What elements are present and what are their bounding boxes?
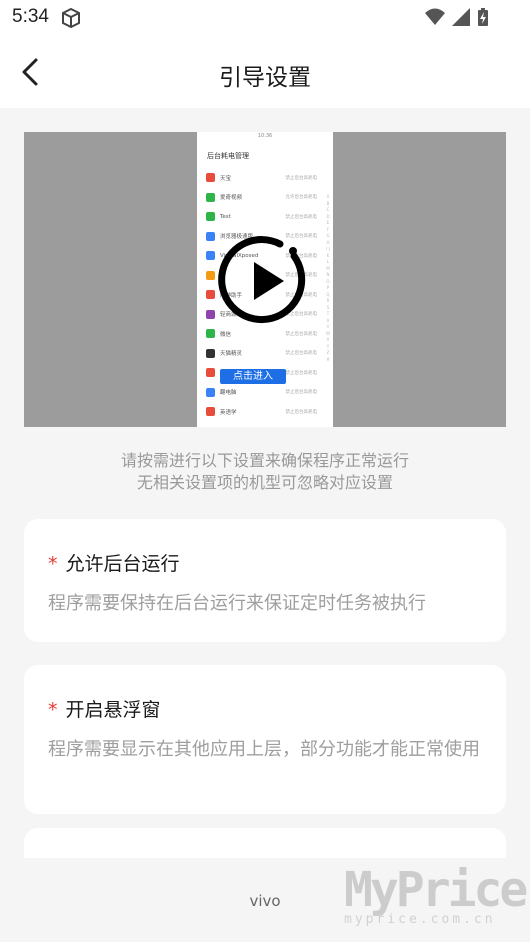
thumbnail-alphabet: A B C D E F G H I J K L M N O P Q R S T … [326, 194, 330, 362]
wifi-icon [424, 8, 445, 25]
card-title-text: 开启悬浮窗 [65, 699, 161, 721]
app-icon [206, 290, 215, 300]
status-icons [424, 7, 490, 31]
thumbnail-app-name: 爱奇视频 [220, 195, 243, 202]
watermark-main: MyPrice [344, 862, 528, 918]
thumbnail-app-name: 英语学 [220, 409, 237, 416]
app-icon [206, 231, 215, 241]
thumbnail-app-value: 禁止后台高耗电 [285, 331, 318, 337]
thumbnail-row: 英语学 禁止后台高耗电 [197, 402, 333, 422]
hint-line-2: 无相关设置项的机型可忽略对应设置 [136, 473, 393, 492]
status-time: 5:34 [12, 6, 49, 27]
app-icon [206, 270, 215, 280]
app-icon [206, 309, 215, 319]
thumbnail-app-value: 禁止后台高耗电 [285, 409, 318, 415]
card-description: 程序需要保持在后台运行来保证定时任务被执行 [48, 593, 426, 614]
app-icon [206, 329, 215, 339]
thumbnail-status: 10:36 [257, 133, 273, 139]
card-title-text: 允许后台运行 [65, 553, 180, 575]
app-icon [206, 387, 215, 397]
app-icon [206, 173, 215, 183]
card-title: * 开启悬浮窗 [48, 695, 161, 722]
battery-icon [478, 8, 488, 26]
enter-tag[interactable]: 点击进入 [220, 369, 286, 384]
thumbnail-app-value: 禁止后台高耗电 [285, 390, 318, 396]
app-header: 引导设置 [0, 36, 530, 108]
thumbnail-row: 翻电脑 禁止后台高耗电 [197, 383, 333, 403]
watermark: MyPrice myprice.com.cn [344, 862, 528, 940]
thumbnail-app-name: 微信 [220, 331, 232, 338]
thumbnail-app-name: 天猫精灵 [220, 351, 243, 358]
setting-card-floating-window[interactable]: * 开启悬浮窗 程序需要显示在其他应用上层，部分功能才能正常使用 [24, 665, 506, 814]
page-title: 引导设置 [219, 65, 311, 91]
thumbnail-app-name: 翻电脑 [220, 390, 237, 397]
thumbnail-row: 天猫精灵 禁止后台高耗电 [197, 344, 333, 364]
package-icon [62, 7, 80, 29]
thumbnail-row: 爱奇视频 允许后台高耗电 [197, 188, 333, 208]
thumbnail-app-name: Test [220, 213, 231, 220]
card-description: 程序需要显示在其他应用上层，部分功能才能正常使用 [48, 739, 480, 760]
thumbnail-app-value: 禁止后台高耗电 [285, 351, 318, 357]
app-icon [206, 348, 215, 358]
thumbnail-app-value: 禁止后台高耗电 [285, 214, 318, 220]
play-icon[interactable] [218, 234, 312, 328]
status-bar: 5:34 [0, 0, 530, 36]
hint-line-1: 请按需进行以下设置来确保程序正常运行 [120, 451, 409, 470]
thumbnail-app-value: 禁止后台高耗电 [285, 370, 318, 376]
app-icon [206, 192, 215, 202]
thumbnail-app-value: 禁止后台高耗电 [285, 175, 318, 181]
app-icon [206, 368, 215, 378]
setting-card-background-run[interactable]: * 允许后台运行 程序需要保持在后台运行来保证定时任务被执行 [24, 519, 506, 642]
required-star: * [48, 553, 58, 575]
thumbnail-row: Test 禁止后台高耗电 [197, 207, 333, 227]
app-icon [206, 212, 215, 222]
required-star: * [48, 699, 58, 721]
app-icon [206, 407, 215, 417]
signal-icon [451, 8, 470, 26]
guide-hint: 请按需进行以下设置来确保程序正常运行 无相关设置项的机型可忽略对应设置 [0, 450, 530, 494]
thumbnail-app-name: 天宝 [220, 175, 232, 182]
card-title: * 允许后台运行 [48, 549, 180, 576]
thumbnail-app-value: 允许后台高耗电 [285, 195, 318, 201]
thumbnail-heading: 后台耗电管理 [207, 152, 249, 160]
thumbnail-row: 天宝 禁止后台高耗电 [197, 168, 333, 188]
app-icon [206, 251, 215, 261]
